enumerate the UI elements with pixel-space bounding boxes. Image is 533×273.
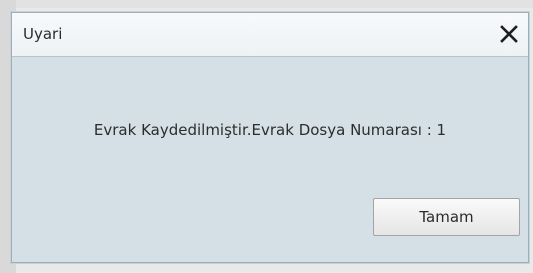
alert-dialog: Uyari Evrak Kaydedilmiştir.Evrak Dosya N… xyxy=(11,12,529,263)
dialog-title: Uyari xyxy=(23,25,63,43)
background-top-edge xyxy=(0,0,533,8)
dialog-message: Evrak Kaydedilmiştir.Evrak Dosya Numaras… xyxy=(93,121,447,139)
close-button[interactable] xyxy=(496,21,522,47)
dialog-titlebar: Uyari xyxy=(12,13,528,57)
close-icon xyxy=(500,25,518,43)
ok-button[interactable]: Tamam xyxy=(373,198,520,236)
